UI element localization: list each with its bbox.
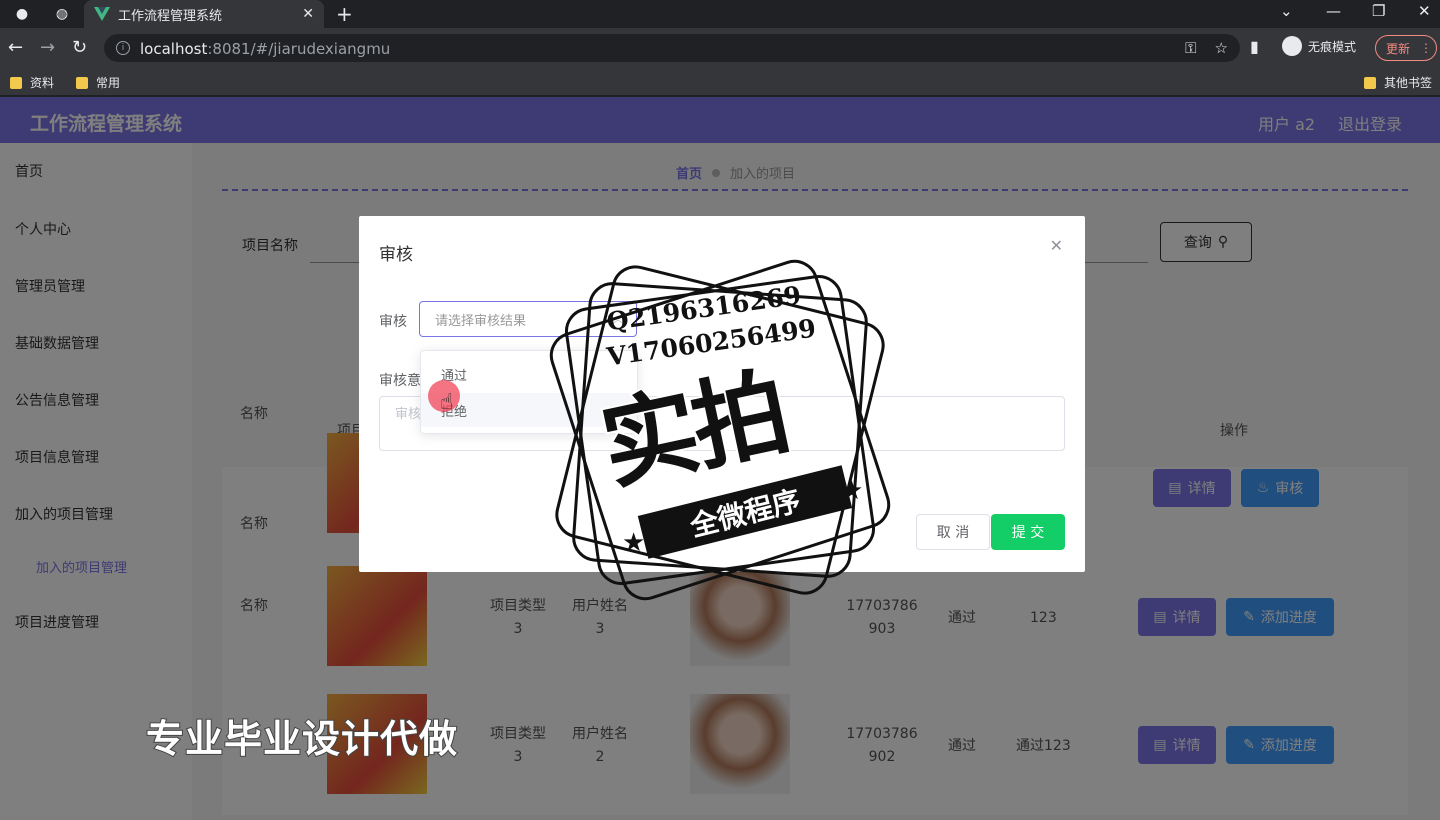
cancel-button[interactable]: 取 消 [916, 514, 990, 550]
globe-icon[interactable]: ● [12, 4, 32, 24]
tab-favicon-icon[interactable]: ◍ [52, 4, 72, 24]
bookmark-folder[interactable]: 资料 [10, 74, 54, 91]
folder-icon [76, 76, 88, 89]
update-button[interactable]: 更新 ⋮ [1375, 35, 1437, 61]
key-icon[interactable]: ⚿ [1185, 39, 1196, 57]
browser-tab-bar: ● ◍ 工作流程管理系统 ✕ + ⌄ — ❐ ✕ [0, 0, 1440, 28]
incognito-icon [1282, 36, 1302, 56]
reload-icon[interactable]: ↻ [72, 37, 87, 58]
submit-button[interactable]: 提 交 [991, 514, 1065, 550]
bookmarks-bar: 资料 常用 其他书签 [0, 68, 1440, 96]
bookmark-folder[interactable]: 常用 [76, 74, 120, 91]
bottom-watermark: 专业毕业设计代做 [145, 716, 459, 762]
incognito-indicator[interactable]: 无痕模式 [1282, 36, 1356, 56]
sidepanel-icon[interactable]: ▮ [1250, 37, 1259, 56]
address-bar: ← → ↻ i localhost:8081/#/jiarudexiangmu … [0, 28, 1440, 68]
tab-title: 工作流程管理系统 [118, 8, 223, 24]
folder-icon [10, 76, 22, 89]
folder-icon [1364, 76, 1376, 89]
bookmark-label: 其他书签 [1384, 76, 1433, 90]
site-info-icon[interactable]: i [116, 41, 130, 55]
dialog-title: 审核 [379, 245, 413, 265]
url-path: :8081/#/jiarudexiangmu [207, 39, 391, 58]
audit-result-label: 审核 [379, 314, 407, 330]
update-label: 更新 [1386, 41, 1411, 56]
star-icon: ★ [840, 476, 864, 506]
tab-search-chevron-icon[interactable]: ⌄ [1280, 2, 1293, 20]
url-host: localhost [140, 39, 208, 58]
watermark-stamp: Q2196316269 V17060256499 实拍 全微程序 ★ ★ [530, 240, 910, 620]
dialog-close-icon[interactable]: ✕ [1050, 236, 1063, 255]
bookmark-label: 资料 [30, 76, 55, 90]
bookmark-label: 常用 [96, 76, 121, 90]
other-bookmarks[interactable]: 其他书签 [1364, 74, 1432, 91]
incognito-label: 无痕模式 [1308, 39, 1357, 54]
back-icon[interactable]: ← [8, 37, 23, 58]
window-close-icon[interactable]: ✕ [1418, 2, 1431, 20]
vue-logo-icon [94, 7, 110, 21]
more-menu-icon: ⋮ [1420, 41, 1433, 55]
forward-icon[interactable]: → [40, 37, 55, 58]
tab-close-icon[interactable]: ✕ [302, 6, 314, 22]
minimize-icon[interactable]: — [1326, 2, 1341, 20]
hand-cursor-icon: ☝ [440, 390, 454, 415]
select-placeholder: 请选择审核结果 [435, 313, 527, 329]
restore-icon[interactable]: ❐ [1372, 2, 1385, 20]
url-field[interactable]: i localhost:8081/#/jiarudexiangmu ⚿ ☆ [104, 34, 1240, 62]
bookmark-star-icon[interactable]: ☆ [1215, 39, 1228, 57]
new-tab-icon[interactable]: + [336, 2, 353, 26]
star-icon: ★ [622, 528, 646, 558]
browser-tab-active[interactable]: 工作流程管理系统 ✕ [84, 0, 324, 28]
